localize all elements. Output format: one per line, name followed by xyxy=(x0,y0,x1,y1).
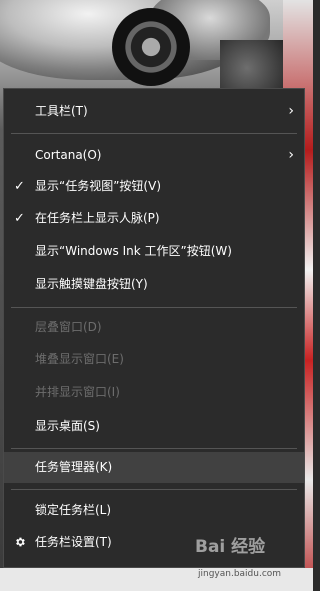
menu-item-show-touch-keyboard-button[interactable]: 显示触摸键盘按钮(Y) xyxy=(4,269,304,300)
menu-item-stack-windows: 堆叠显示窗口(E) xyxy=(4,344,304,375)
wallpaper-wheel xyxy=(112,8,190,86)
gear-icon xyxy=(16,537,25,547)
menu-item-label: 显示“Windows Ink 工作区”按钮(W) xyxy=(35,244,232,258)
menu-item-task-manager[interactable]: 任务管理器(K) xyxy=(4,452,304,483)
menu-item-label: 显示“任务视图”按钮(V) xyxy=(35,179,162,193)
menu-item-label: 在任务栏上显示人脉(P) xyxy=(35,211,160,225)
check-icon: ✓ xyxy=(14,179,25,194)
menu-item-show-desktop[interactable]: 显示桌面(S) xyxy=(4,411,304,442)
menu-item-show-people[interactable]: ✓ 在任务栏上显示人脉(P) xyxy=(4,203,304,234)
menu-item-label: 显示触摸键盘按钮(Y) xyxy=(35,277,148,291)
check-icon: ✓ xyxy=(14,211,25,226)
taskbar-context-menu: 工具栏(T) › Cortana(O) › ✓ 显示“任务视图”按钮(V) ✓ … xyxy=(3,88,305,568)
chevron-right-icon: › xyxy=(288,103,294,119)
menu-item-label: 并排显示窗口(I) xyxy=(35,385,120,399)
menu-item-lock-taskbar[interactable]: 锁定任务栏(L) xyxy=(4,495,304,526)
menu-item-cascade-windows: 层叠窗口(D) xyxy=(4,312,304,343)
menu-item-label: 工具栏(T) xyxy=(35,104,88,118)
baidu-jingyan-watermark: Bai 经验 xyxy=(195,537,266,557)
menu-item-label: 显示桌面(S) xyxy=(35,419,100,433)
menu-item-label: 堆叠显示窗口(E) xyxy=(35,352,124,366)
menu-item-show-windows-ink-button[interactable]: 显示“Windows Ink 工作区”按钮(W) xyxy=(4,236,304,267)
menu-item-cortana[interactable]: Cortana(O) › xyxy=(4,140,304,171)
menu-item-label: 任务栏设置(T) xyxy=(35,535,112,549)
menu-item-label: 锁定任务栏(L) xyxy=(35,503,112,517)
menu-item-label: 层叠窗口(D) xyxy=(35,320,102,334)
menu-separator xyxy=(11,489,297,490)
menu-separator xyxy=(11,307,297,308)
menu-separator xyxy=(11,448,297,449)
chevron-right-icon: › xyxy=(288,147,294,163)
watermark-url: jingyan.baidu.com xyxy=(198,569,282,579)
menu-item-label: 任务管理器(K) xyxy=(35,460,113,474)
menu-item-side-by-side-windows: 并排显示窗口(I) xyxy=(4,377,304,408)
menu-item-show-task-view-button[interactable]: ✓ 显示“任务视图”按钮(V) xyxy=(4,171,304,202)
menu-item-label: Cortana(O) xyxy=(35,148,102,162)
menu-separator xyxy=(11,133,297,134)
menu-item-toolbars[interactable]: 工具栏(T) › xyxy=(4,96,304,127)
